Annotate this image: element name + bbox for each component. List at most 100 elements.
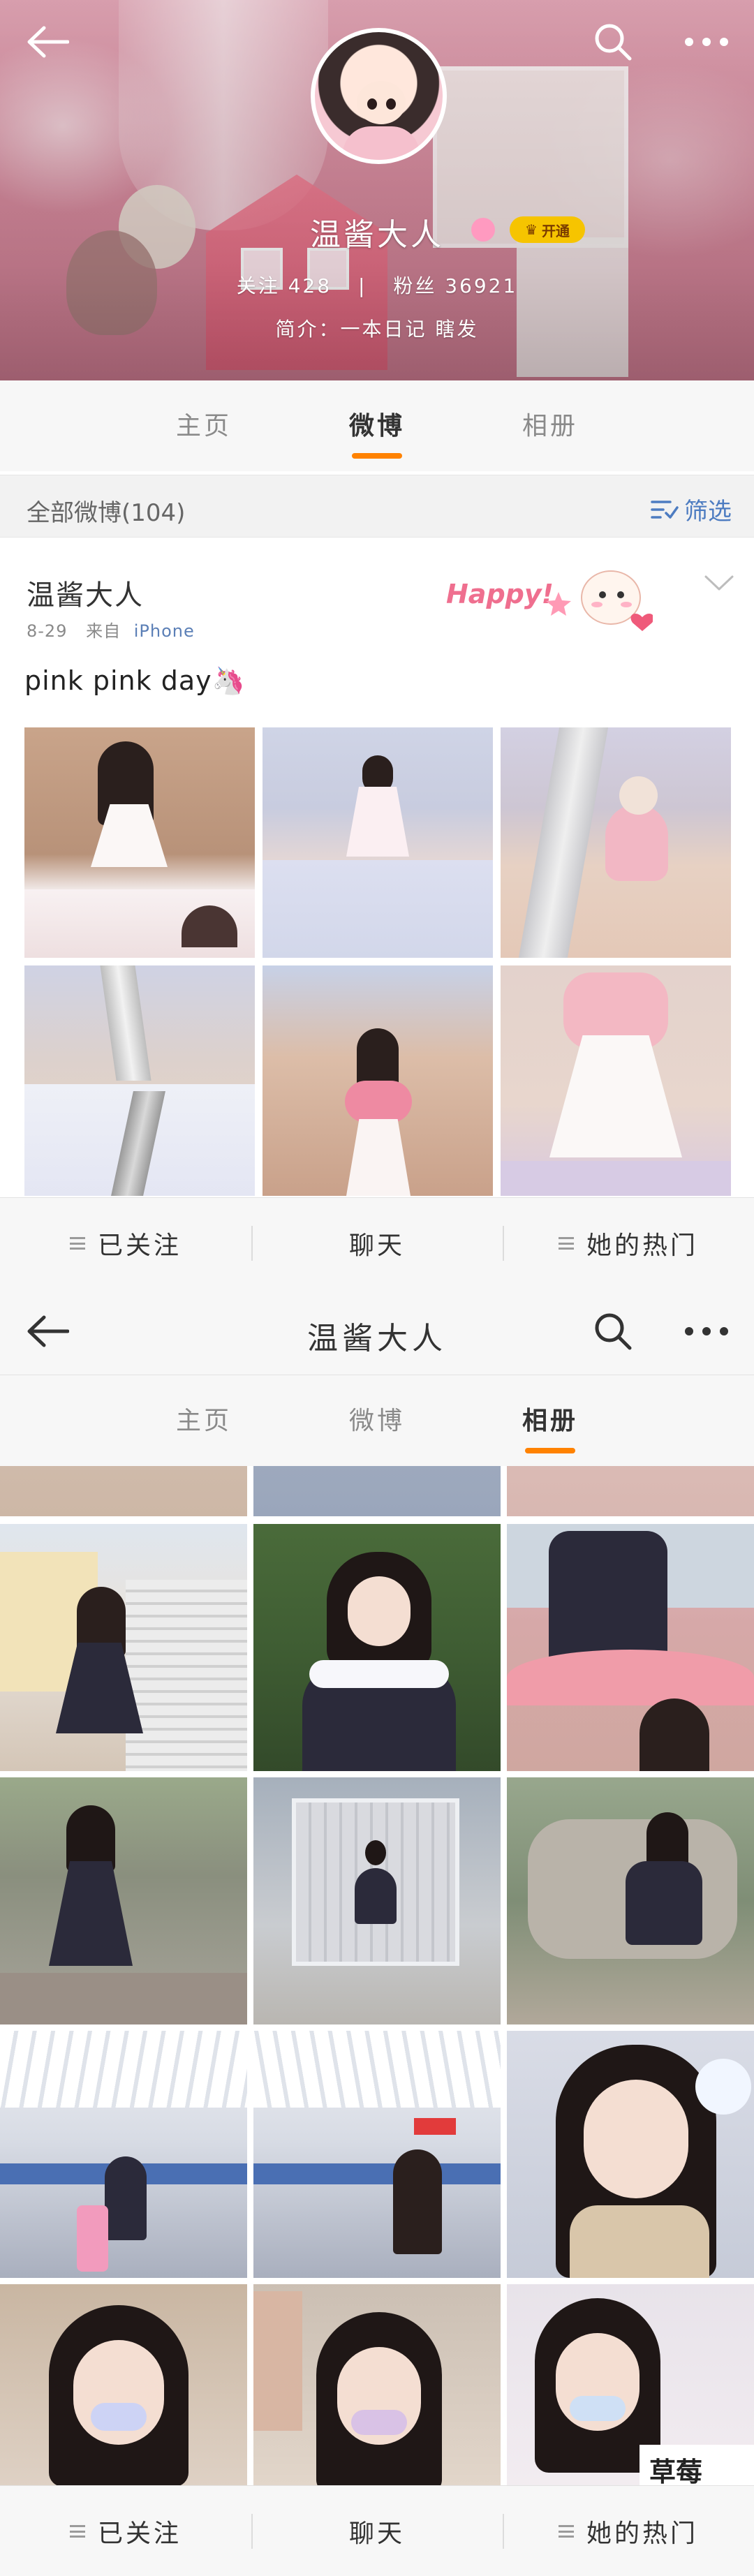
chat-button[interactable]: 聊天 — [251, 2486, 503, 2576]
post-photo[interactable] — [24, 727, 255, 958]
album-navbar: 温酱大人 — [0, 1288, 754, 1375]
following-count: 428 — [288, 274, 332, 297]
followed-label: 已关注 — [97, 1231, 182, 1260]
avatar-face — [357, 81, 406, 124]
photo-ground — [0, 1973, 247, 2024]
followed-button[interactable]: 已关注 — [0, 2486, 251, 2576]
vip-badge[interactable]: ♛ 开通 — [510, 216, 585, 243]
photo-figure-dress — [549, 1035, 682, 1157]
crown-icon: ♛ — [525, 221, 538, 238]
more-dots-icon — [685, 1327, 728, 1335]
her-hot-button[interactable]: 她的热门 — [503, 2486, 754, 2576]
post-card[interactable]: 温酱大人 8-29 来自 iPhone Happy! pink pink day… — [0, 538, 754, 1197]
tab-home[interactable]: 主页 — [117, 380, 290, 471]
tab-album[interactable]: 相册 — [464, 1375, 637, 1466]
album-photo[interactable]: 草莓 — [507, 2284, 754, 2485]
photo-umbrella — [507, 1650, 754, 1705]
photo-suitcase — [77, 2205, 108, 2272]
album-photo[interactable] — [507, 1466, 754, 1516]
photo-figure-back — [393, 2149, 442, 2254]
album-tabs: 主页 微博 相册 — [0, 1375, 754, 1466]
album-photo[interactable] — [0, 2284, 247, 2485]
tab-weibo[interactable]: 微博 — [290, 380, 464, 471]
tab-weibo[interactable]: 微博 — [290, 1375, 464, 1466]
heart-icon — [630, 613, 653, 631]
following-label: 关注 — [236, 274, 280, 297]
post-photo[interactable] — [263, 727, 493, 958]
album-photo[interactable] — [507, 1777, 754, 2024]
post-from-label: 来自 — [86, 621, 121, 641]
post-photo[interactable] — [24, 965, 255, 1196]
post-count: 全部微博(104) — [27, 499, 186, 527]
tab-active-indicator — [525, 1448, 575, 1453]
photo-railing — [100, 965, 151, 1081]
post-text: pink pink day🦄 — [24, 665, 246, 696]
filter-button[interactable]: 筛选 — [651, 492, 732, 526]
avatar[interactable] — [311, 28, 447, 164]
followers-stat[interactable]: 粉丝 36921 — [393, 274, 517, 297]
album-photo-grid: 草莓 — [0, 1466, 754, 2485]
her-hot-button[interactable]: 她的热门 — [503, 1198, 754, 1288]
album-photo[interactable] — [253, 1777, 501, 2024]
profile-banner: 温酱大人 ♛ 开通 关注 428 | 粉丝 36921 简介：一本日记 瞎发 — [0, 0, 754, 380]
photo-mask — [91, 2403, 147, 2431]
tab-album-label: 相册 — [522, 412, 578, 441]
photo-figure-dress — [605, 804, 668, 881]
vip-label: 开通 — [541, 222, 570, 239]
stats-divider: | — [357, 274, 367, 297]
photo-bottom-strip — [501, 1161, 731, 1196]
photo-figure-dress — [346, 1119, 411, 1196]
search-button[interactable] — [585, 1303, 641, 1359]
tab-album[interactable]: 相册 — [464, 380, 637, 471]
post-date: 8-29 — [27, 621, 68, 641]
followed-button[interactable]: 已关注 — [0, 1198, 251, 1288]
photo-figure-dress — [346, 787, 409, 857]
followed-label: 已关注 — [97, 2519, 182, 2548]
post-source[interactable]: iPhone — [134, 621, 195, 641]
menu-icon — [558, 1236, 574, 1250]
album-photo[interactable] — [253, 2031, 501, 2278]
photo-plush — [695, 2059, 751, 2115]
post-photo[interactable] — [501, 965, 731, 1196]
more-dots-icon — [685, 38, 728, 46]
album-photo[interactable] — [0, 1466, 247, 1516]
photo-figure-hair — [640, 1698, 709, 1771]
album-photo[interactable] — [507, 2031, 754, 2278]
tab-weibo-label: 微博 — [348, 412, 405, 441]
chat-label: 聊天 — [348, 1231, 405, 1260]
tab-home[interactable]: 主页 — [117, 1375, 290, 1466]
album-photo[interactable] — [253, 1524, 501, 1771]
her-hot-label: 她的热门 — [586, 2519, 698, 2548]
profile-name: 温酱大人 — [310, 217, 444, 253]
search-button[interactable] — [585, 14, 641, 70]
photo-figure-outfit — [570, 2205, 709, 2278]
back-arrow-icon — [27, 26, 69, 58]
post-meta: 8-29 来自 iPhone — [27, 617, 195, 642]
chat-button[interactable]: 聊天 — [251, 1198, 503, 1288]
photo-figure-dress — [626, 1861, 702, 1945]
post-menu-button[interactable] — [704, 574, 734, 595]
album-photo[interactable] — [0, 2031, 247, 2278]
filter-label: 筛选 — [684, 498, 732, 526]
menu-icon — [558, 2524, 574, 2538]
sticker-text: Happy! — [446, 579, 554, 609]
album-photo[interactable] — [253, 2284, 501, 2485]
filter-icon — [651, 500, 679, 519]
profile-stats: 关注 428 | 粉丝 36921 — [0, 271, 754, 299]
menu-icon — [69, 1236, 85, 1250]
post-author[interactable]: 温酱大人 — [27, 572, 144, 613]
back-button[interactable] — [20, 14, 75, 70]
album-photo[interactable] — [0, 1524, 247, 1771]
search-badge-icon[interactable] — [471, 218, 495, 242]
album-photo[interactable] — [507, 1524, 754, 1771]
tab-weibo-label: 微博 — [348, 1407, 405, 1435]
more-button[interactable] — [679, 14, 734, 70]
photo-figure-hair — [646, 1812, 688, 1868]
post-photo[interactable] — [263, 965, 493, 1196]
album-photo[interactable] — [0, 1777, 247, 2024]
photo-ceiling — [0, 2031, 247, 2108]
post-photo[interactable] — [501, 727, 731, 958]
following-stat[interactable]: 关注 428 — [237, 274, 332, 297]
more-button[interactable] — [679, 1303, 734, 1359]
album-photo[interactable] — [253, 1466, 501, 1516]
